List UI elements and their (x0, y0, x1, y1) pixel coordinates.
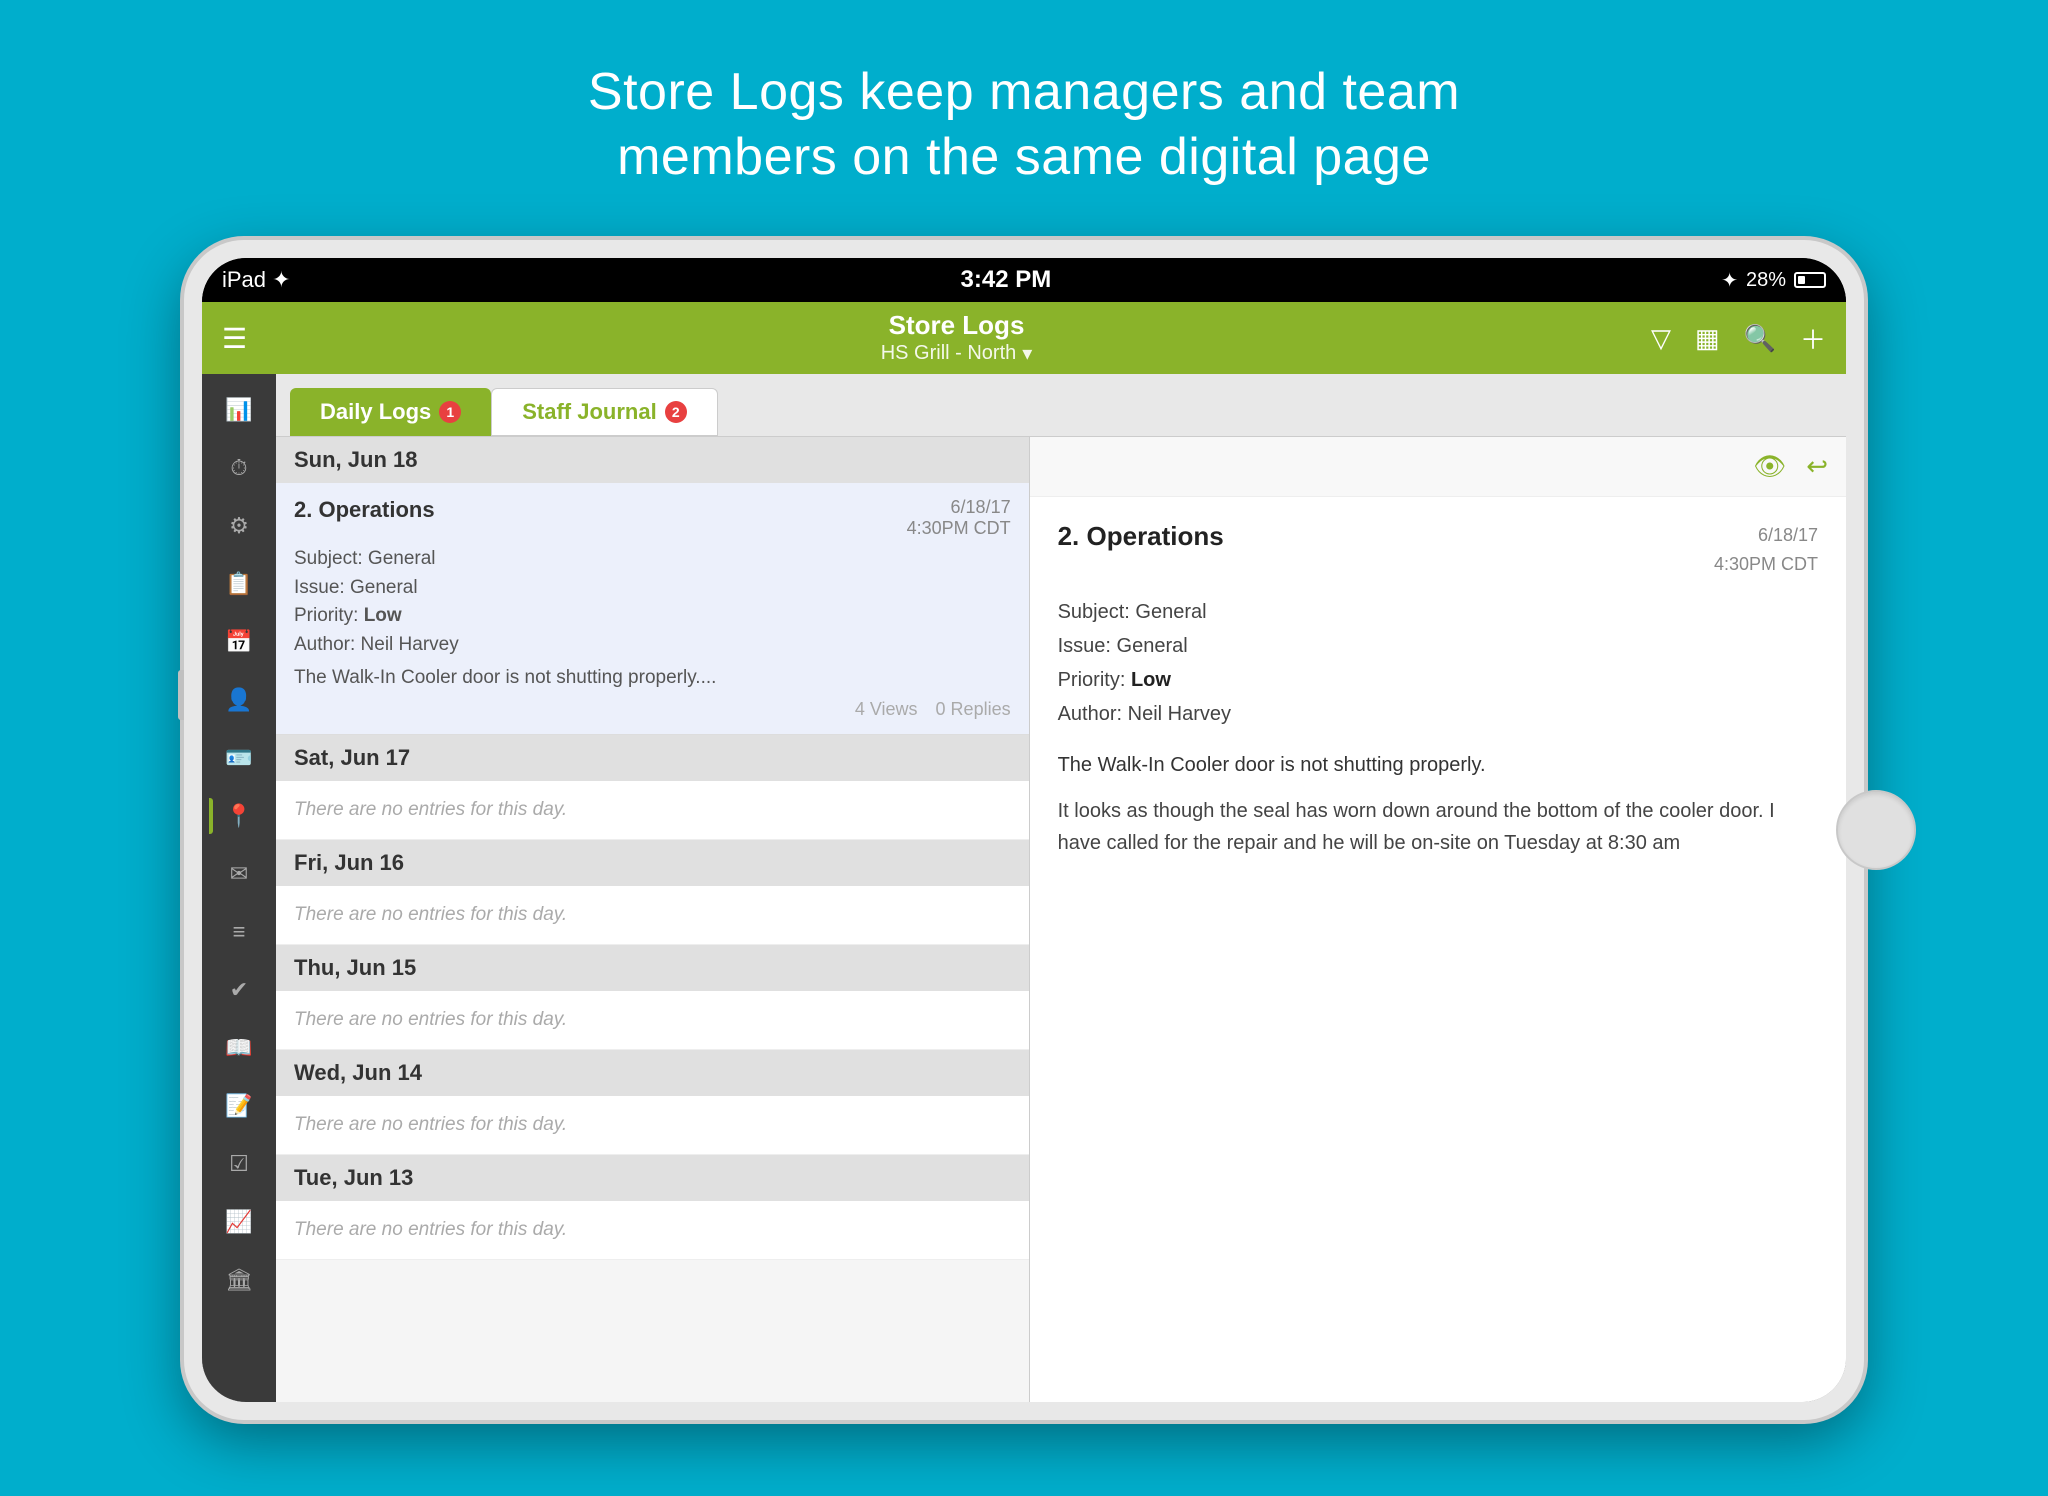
eye-icon[interactable]: 👁 (1753, 451, 1786, 482)
detail-header: 2. Operations 6/18/17 4:30PM CDT (1058, 521, 1818, 579)
detail-pane: 👁 ↩ 2. Operations 6/18/17 4:30PM CDT (1030, 437, 1846, 1402)
toolbar-title: Store Logs (262, 310, 1651, 341)
trend-icon[interactable]: 📈 (209, 1196, 269, 1248)
entry-meta: Subject: General Issue: General Priority… (294, 545, 1011, 659)
check-circle-icon[interactable]: ✔ (209, 964, 269, 1016)
detail-body-extended: It looks as though the seal has worn dow… (1058, 795, 1818, 859)
chevron-down-icon: ▾ (1022, 341, 1032, 366)
detail-title: 2. Operations (1058, 521, 1224, 552)
sidebar: 📊 ⏱ ⚙ 📋 📅 👤 🪪 📍 ✉ ≡ ✔ 📖 📝 ☑ 📈 🏛 (202, 374, 276, 1402)
tab-daily-logs-label: Daily Logs (320, 399, 431, 425)
book-icon[interactable]: 📖 (209, 1022, 269, 1074)
ipad-frame: iPad ✦ 3:42 PM ✦ 28% ☰ Store Logs HS Gri… (184, 240, 1864, 1420)
detail-toolbar: 👁 ↩ (1030, 437, 1846, 497)
empty-day-text: There are no entries for this day. (294, 1114, 567, 1135)
toolbar-subtitle: HS Grill - North ▾ (262, 341, 1651, 366)
entry-title: 2. Operations (294, 497, 435, 523)
split-pane: Sun, Jun 18 2. Operations 6/18/174:30PM … (276, 437, 1846, 1402)
reply-icon[interactable]: ↩ (1806, 451, 1828, 482)
battery-percent: 28% (1746, 269, 1786, 292)
status-bar: iPad ✦ 3:42 PM ✦ 28% (202, 258, 1846, 302)
building-icon[interactable]: 🏛 (209, 1254, 269, 1306)
views-count: 4 Views (855, 699, 918, 720)
mail-icon[interactable]: ✉ (209, 848, 269, 900)
pin-icon[interactable]: 📍 (209, 790, 269, 842)
tab-daily-logs-badge: 1 (439, 401, 461, 423)
day-header: Fri, Jun 16 (276, 840, 1029, 886)
entry-footer: 4 Views 0 Replies (294, 699, 1011, 720)
tab-staff-journal-label: Staff Journal (522, 399, 656, 425)
entry-preview: The Walk-In Cooler door is not shutting … (294, 667, 1011, 689)
list-pane: Sun, Jun 18 2. Operations 6/18/174:30PM … (276, 437, 1030, 1402)
empty-day-text: There are no entries for this day. (294, 1009, 567, 1030)
task-list-icon[interactable]: 📝 (209, 1080, 269, 1132)
entry-date: 6/18/174:30PM CDT (907, 497, 1011, 539)
toolbar-center: Store Logs HS Grill - North ▾ (262, 310, 1651, 366)
tab-daily-logs[interactable]: Daily Logs 1 (290, 388, 491, 436)
page-headline: Store Logs keep managers and team member… (588, 60, 1460, 190)
battery-icon (1794, 272, 1826, 288)
calendar-list-icon[interactable]: 📋 (209, 558, 269, 610)
toolbar-actions: ▽ ▦ 🔍 ＋ (1651, 320, 1826, 357)
status-time: 3:42 PM (961, 266, 1052, 294)
home-button[interactable] (1836, 790, 1916, 870)
empty-day-text: There are no entries for this day. (294, 904, 567, 925)
day-empty: There are no entries for this day. (276, 1096, 1029, 1155)
log-entry[interactable]: 2. Operations 6/18/174:30PM CDT Subject:… (276, 483, 1029, 735)
settings-icon[interactable]: ⚙ (209, 500, 269, 552)
check-square-icon[interactable]: ☑ (209, 1138, 269, 1190)
content-area: Daily Logs 1 Staff Journal 2 Sun, Jun 18 (276, 374, 1846, 1402)
menu-icon[interactable]: ☰ (222, 322, 262, 355)
detail-content: 2. Operations 6/18/17 4:30PM CDT Subject… (1030, 497, 1846, 1402)
status-right: ✦ 28% (1721, 268, 1826, 293)
app-content: ☰ Store Logs HS Grill - North ▾ ▽ ▦ 🔍 ＋ (202, 302, 1846, 1402)
replies-count: 0 Replies (936, 699, 1011, 720)
id-card-icon[interactable]: 🪪 (209, 732, 269, 784)
day-header: Sun, Jun 18 (276, 437, 1029, 483)
empty-day-text: There are no entries for this day. (294, 1219, 567, 1240)
day-header: Tue, Jun 13 (276, 1155, 1029, 1201)
status-left: iPad ✦ (222, 267, 291, 293)
filter-icon[interactable]: ▽ (1651, 323, 1671, 354)
main-layout: 📊 ⏱ ⚙ 📋 📅 👤 🪪 📍 ✉ ≡ ✔ 📖 📝 ☑ 📈 🏛 Daily Logs 1 Staff Jour… (202, 374, 1846, 1402)
search-icon[interactable]: 🔍 (1744, 323, 1776, 354)
tab-staff-journal[interactable]: Staff Journal 2 (491, 388, 717, 436)
detail-date: 6/18/17 4:30PM CDT (1714, 521, 1818, 579)
day-header: Sat, Jun 17 (276, 735, 1029, 781)
day-header: Wed, Jun 14 (276, 1050, 1029, 1096)
list-icon[interactable]: ≡ (209, 906, 269, 958)
ipad-side-button (178, 670, 184, 720)
add-icon[interactable]: ＋ (1800, 320, 1826, 357)
bar-chart-icon[interactable]: 📊 (209, 384, 269, 436)
detail-meta: Subject: General Issue: General Priority… (1058, 595, 1818, 731)
calendar-icon[interactable]: 📅 (209, 616, 269, 668)
toolbar: ☰ Store Logs HS Grill - North ▾ ▽ ▦ 🔍 ＋ (202, 302, 1846, 374)
empty-day-text: There are no entries for this day. (294, 799, 567, 820)
bluetooth-icon: ✦ (1721, 268, 1738, 293)
view-toggle-icon[interactable]: ▦ (1695, 323, 1720, 354)
day-header: Thu, Jun 15 (276, 945, 1029, 991)
detail-priority-value: Low (1131, 669, 1171, 691)
day-empty: There are no entries for this day. (276, 991, 1029, 1050)
tab-staff-journal-badge: 2 (665, 401, 687, 423)
ipad-label: iPad ✦ (222, 267, 291, 293)
day-empty: There are no entries for this day. (276, 886, 1029, 945)
clock-icon[interactable]: ⏱ (209, 442, 269, 494)
person-circle-icon[interactable]: 👤 (209, 674, 269, 726)
detail-body: The Walk-In Cooler door is not shutting … (1058, 749, 1818, 781)
day-empty: There are no entries for this day. (276, 781, 1029, 840)
day-empty: There are no entries for this day. (276, 1201, 1029, 1260)
tabs-bar: Daily Logs 1 Staff Journal 2 (276, 374, 1846, 437)
